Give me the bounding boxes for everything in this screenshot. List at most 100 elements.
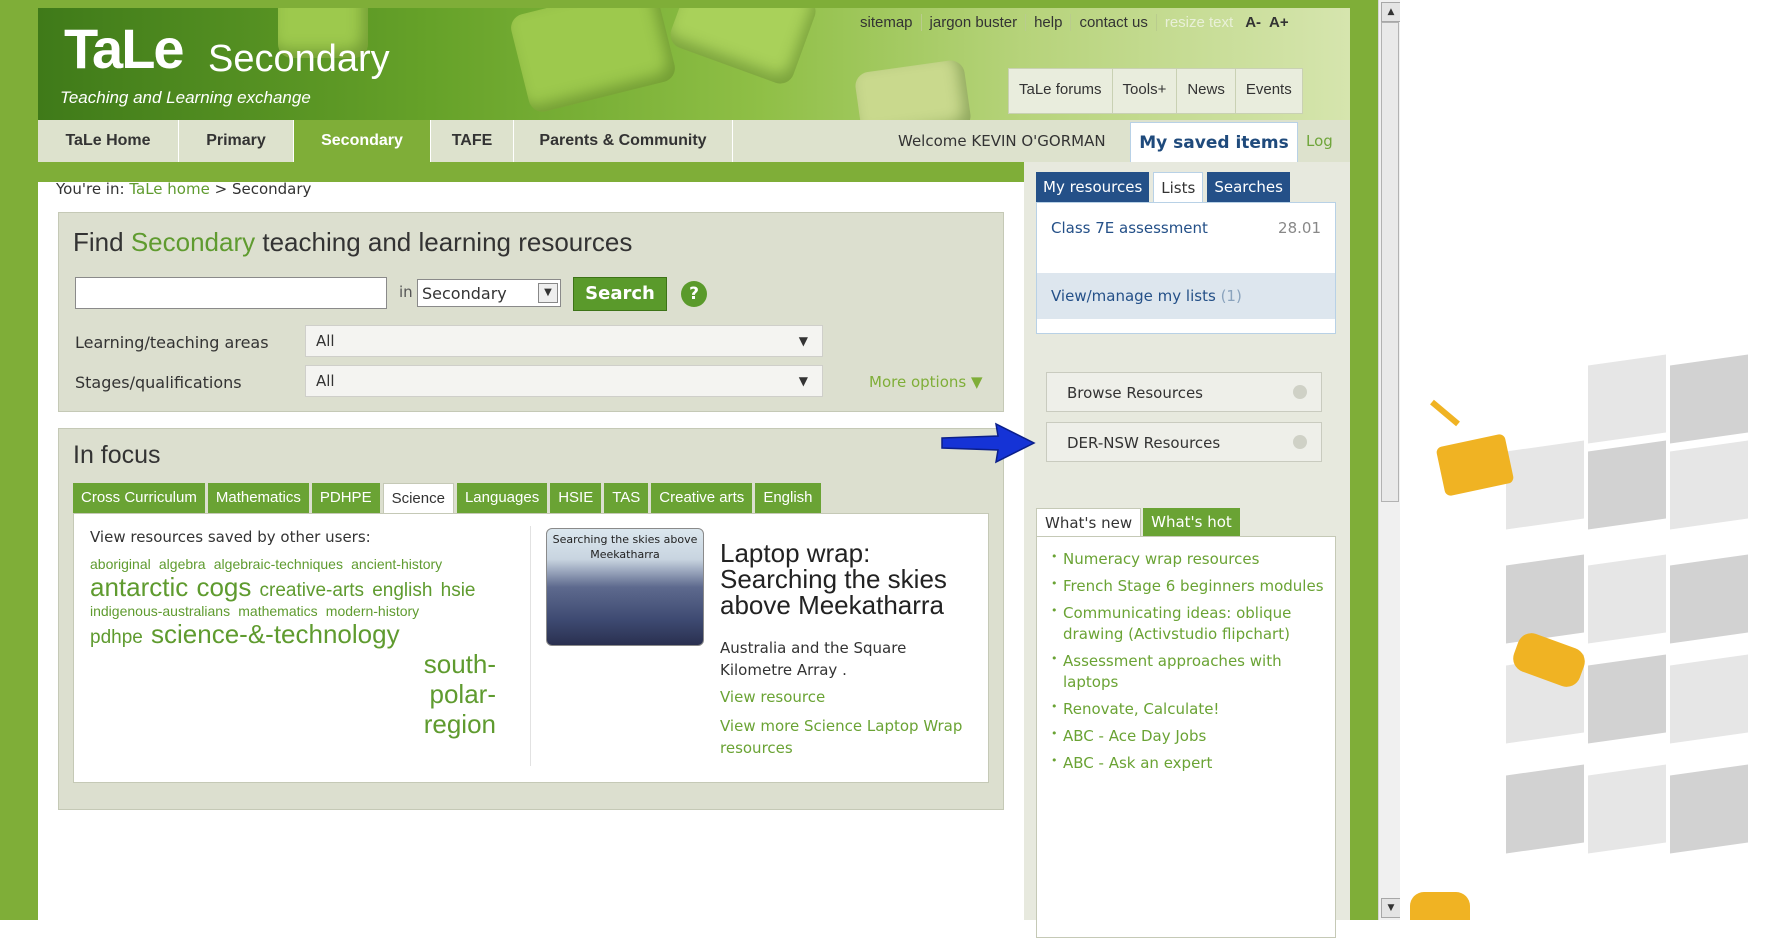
search-input[interactable] — [75, 277, 387, 309]
tab-my-resources[interactable]: My resources — [1036, 172, 1150, 202]
feature-description: Australia and the Square Kilometre Array… — [720, 639, 907, 679]
tab-lists[interactable]: Lists — [1153, 172, 1204, 203]
tab-events[interactable]: Events — [1236, 69, 1302, 113]
tag-link[interactable]: creative-arts — [260, 580, 365, 601]
manage-lists-count: (1) — [1220, 287, 1242, 305]
breadcrumb-separator: > — [214, 180, 228, 198]
der-nsw-resources-button[interactable]: DER-NSW Resources — [1046, 422, 1322, 462]
news-item[interactable]: French Stage 6 beginners modules — [1051, 576, 1325, 597]
tab-mathematics[interactable]: Mathematics — [207, 483, 309, 513]
tag-cloud: aboriginal algebra algebraic-techniques … — [90, 556, 514, 740]
util-link-help[interactable]: help — [1026, 14, 1072, 31]
nav-parents-community[interactable]: Parents & Community — [514, 120, 733, 162]
help-icon[interactable]: ? — [681, 281, 707, 307]
tab-creative-arts[interactable]: Creative arts — [651, 483, 753, 513]
tab-whats-new[interactable]: What's new — [1036, 508, 1142, 537]
news-tabs: What's new What's hot — [1036, 508, 1242, 537]
view-resource-link[interactable]: View resource — [720, 688, 825, 706]
logo-tale[interactable]: TaLe — [64, 16, 185, 81]
filter-label-learning-areas: Learning/teaching areas — [75, 333, 269, 352]
tag-link[interactable]: south-polar-region — [386, 649, 496, 740]
tab-languages[interactable]: Languages — [456, 483, 548, 513]
news-item[interactable]: ABC - Ace Day Jobs — [1051, 726, 1325, 747]
font-larger-button[interactable]: A+ — [1265, 14, 1293, 31]
nav-primary[interactable]: Primary — [179, 120, 294, 162]
tag-link[interactable]: pdhpe — [90, 627, 143, 648]
scrollbar-thumb[interactable] — [1381, 22, 1399, 502]
browse-resources-button[interactable]: Browse Resources — [1046, 372, 1322, 412]
nav-tale-home[interactable]: TaLe Home — [38, 120, 179, 162]
view-more-link[interactable]: View more Science Laptop Wrap resources — [720, 716, 990, 760]
breadcrumb-home-link[interactable]: TaLe home — [129, 180, 210, 198]
decor-icon — [1435, 433, 1515, 497]
tab-tas[interactable]: TAS — [604, 483, 649, 513]
tab-science[interactable]: Science — [382, 483, 454, 515]
tag-link[interactable]: ancient-history — [351, 556, 442, 572]
arrow-right-icon — [1293, 435, 1307, 449]
divider — [530, 526, 531, 766]
tab-news[interactable]: News — [1177, 69, 1236, 113]
nav-tafe[interactable]: TAFE — [431, 120, 514, 162]
search-title-pre: Find — [73, 227, 124, 257]
search-title-highlight: Secondary — [130, 227, 256, 257]
nav-secondary[interactable]: Secondary — [294, 120, 431, 162]
util-link-jargon-buster[interactable]: jargon buster — [921, 14, 1027, 31]
tab-searches[interactable]: Searches — [1207, 172, 1290, 202]
tag-cloud-intro: View resources saved by other users: — [90, 528, 371, 546]
der-nsw-resources-label: DER-NSW Resources — [1067, 434, 1221, 452]
util-link-sitemap[interactable]: sitemap — [852, 14, 922, 31]
news-item[interactable]: Numeracy wrap resources — [1051, 549, 1325, 570]
decor-tile — [1588, 440, 1666, 530]
tab-english[interactable]: English — [755, 483, 821, 513]
scroll-down-icon[interactable]: ▼ — [1381, 898, 1401, 918]
tab-tale-forums[interactable]: TaLe forums — [1009, 69, 1113, 113]
vertical-scrollbar[interactable]: ▲ ▼ — [1378, 0, 1401, 920]
tag-link[interactable]: mathematics — [238, 603, 317, 619]
news-item[interactable]: Assessment approaches with laptops — [1051, 651, 1325, 693]
decor-tile — [1670, 440, 1748, 530]
search-button[interactable]: Search — [573, 277, 667, 311]
feature-title[interactable]: Laptop wrap: Searching the skies above M… — [720, 540, 970, 618]
chevron-down-icon[interactable]: ▼ — [538, 283, 558, 303]
resource-thumbnail[interactable]: Searching the skies above Meekatharra — [546, 528, 704, 646]
tag-link[interactable]: modern-history — [326, 603, 419, 619]
tag-link[interactable]: indigenous-australians — [90, 603, 230, 619]
news-item[interactable]: Renovate, Calculate! — [1051, 699, 1325, 720]
decor-tile — [1588, 764, 1666, 854]
tab-pdhpe[interactable]: PDHPE — [311, 483, 380, 513]
dropdown-arrow-icon: ▼ — [798, 334, 808, 348]
in-focus-body: View resources saved by other users: abo… — [73, 513, 989, 783]
filter-select-stages[interactable]: All ▼ — [305, 365, 823, 397]
filter-select-learning-areas[interactable]: All ▼ — [305, 325, 823, 357]
manage-lists-link[interactable]: View/manage my lists (1) — [1037, 273, 1335, 319]
saved-list-row[interactable]: Class 7E assessment 28.01 — [1051, 219, 1321, 237]
resize-text-label: resize text — [1164, 14, 1234, 31]
browse-resources-label: Browse Resources — [1067, 384, 1203, 402]
list-name: Class 7E assessment — [1051, 219, 1208, 237]
tag-link[interactable]: cogs — [196, 572, 251, 602]
util-link-contact-us[interactable]: contact us — [1071, 14, 1157, 31]
tag-link[interactable]: algebra — [159, 556, 206, 572]
tag-link[interactable]: science-&-technology — [151, 619, 400, 649]
right-sidebar: My resources Lists Searches Class 7E ass… — [1024, 162, 1350, 938]
tag-link[interactable]: antarctic — [90, 572, 188, 602]
list-date: 28.01 — [1278, 219, 1321, 237]
font-smaller-button[interactable]: A- — [1241, 14, 1265, 31]
background-decoration — [1400, 0, 1786, 920]
tag-link[interactable]: english — [372, 580, 432, 601]
more-options-link[interactable]: More options ▼ — [869, 373, 983, 391]
tab-whats-hot[interactable]: What's hot — [1143, 508, 1240, 536]
news-item[interactable]: Communicating ideas: oblique drawing (Ac… — [1051, 603, 1325, 645]
tab-hsie[interactable]: HSIE — [550, 483, 602, 513]
in-focus-panel: In focus Cross Curriculum Mathematics PD… — [58, 428, 1004, 810]
tag-link[interactable]: hsie — [441, 580, 476, 601]
my-saved-items-tab[interactable]: My saved items — [1130, 122, 1298, 163]
tab-cross-curriculum[interactable]: Cross Curriculum — [73, 483, 205, 513]
tab-tools[interactable]: Tools+ — [1113, 69, 1178, 113]
tag-link[interactable]: algebraic-techniques — [214, 556, 343, 572]
tag-link[interactable]: aboriginal — [90, 556, 151, 572]
scroll-up-icon[interactable]: ▲ — [1381, 2, 1401, 22]
news-item[interactable]: ABC - Ask an expert — [1051, 753, 1325, 774]
decor-tile — [1506, 764, 1584, 854]
scope-select[interactable]: Secondary ▼ — [417, 279, 561, 307]
